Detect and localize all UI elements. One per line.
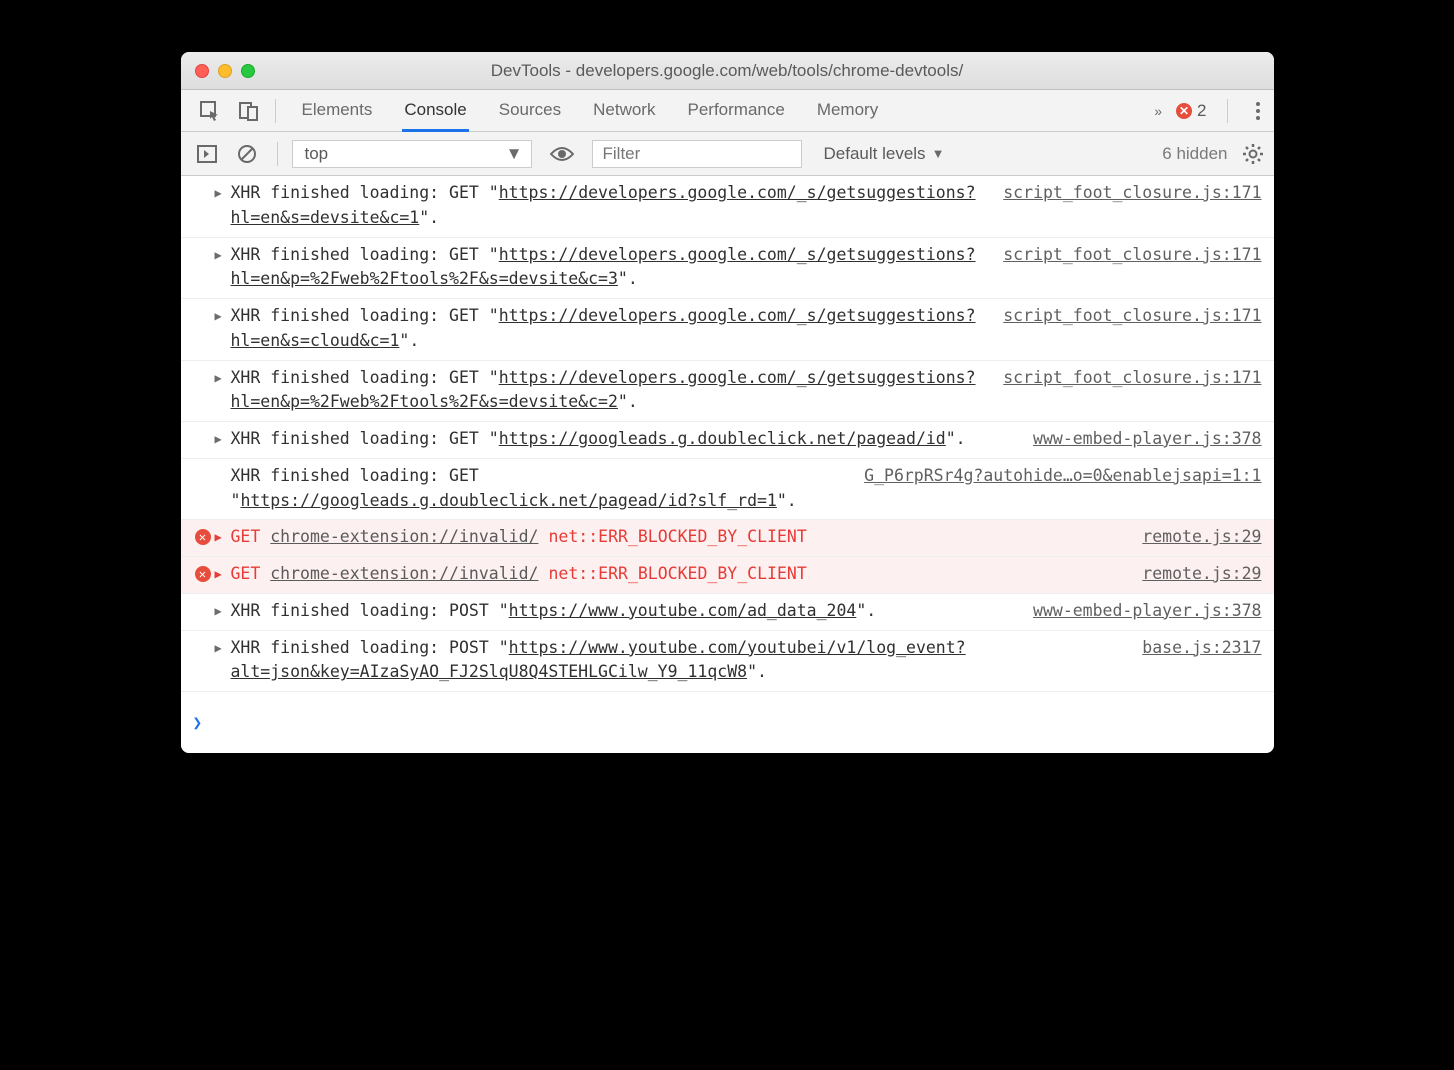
divider xyxy=(1227,99,1228,123)
message-source-link[interactable]: script_foot_closure.js:171 xyxy=(1003,366,1261,391)
disclosure-triangle-icon[interactable]: ▶ xyxy=(215,636,231,657)
message-text: XHR finished loading: POST "https://www.… xyxy=(231,599,1016,624)
message-text: XHR finished loading: GET "https://devel… xyxy=(231,366,986,416)
disclosure-triangle-icon[interactable]: ▶ xyxy=(215,427,231,448)
disclosure-triangle-icon[interactable]: ▶ xyxy=(215,599,231,620)
disclosure-triangle-icon[interactable]: ▶ xyxy=(215,304,231,325)
message-text: GET chrome-extension://invalid/net::ERR_… xyxy=(231,525,1125,550)
request-url: https://googleads.g.doubleclick.net/page… xyxy=(240,491,776,510)
console-log-row[interactable]: ▶XHR finished loading: GET "https://goog… xyxy=(181,422,1274,459)
error-url: chrome-extension://invalid/ xyxy=(270,527,538,546)
context-value: top xyxy=(305,144,329,164)
request-url: https://developers.google.com/_s/getsugg… xyxy=(231,245,976,289)
error-counter[interactable]: ✕ 2 xyxy=(1176,101,1206,121)
more-tabs-icon[interactable]: » xyxy=(1154,103,1162,119)
disclosure-triangle-icon[interactable] xyxy=(215,464,231,467)
console-messages: ▶XHR finished loading: GET "https://deve… xyxy=(181,176,1274,753)
disclosure-triangle-icon[interactable]: ▶ xyxy=(215,181,231,202)
settings-icon[interactable] xyxy=(1242,143,1264,165)
hidden-messages-count[interactable]: 6 hidden xyxy=(1162,144,1227,164)
message-source-link[interactable]: script_foot_closure.js:171 xyxy=(1003,243,1261,268)
request-url: https://www.youtube.com/youtubei/v1/log_… xyxy=(231,638,966,682)
disclosure-triangle-icon[interactable]: ▶ xyxy=(215,366,231,387)
dropdown-triangle-icon: ▼ xyxy=(932,146,945,161)
message-text: XHR finished loading: GET "https://devel… xyxy=(231,181,986,231)
message-text: GET chrome-extension://invalid/net::ERR_… xyxy=(231,562,1125,587)
message-text: XHR finished loading: GET "https://devel… xyxy=(231,243,986,293)
message-source-link[interactable]: G_P6rpRSr4g?autohide…o=0&enablejsapi=1:1 xyxy=(864,464,1261,489)
close-window-button[interactable] xyxy=(195,64,209,78)
disclosure-triangle-icon[interactable]: ▶ xyxy=(215,562,231,583)
console-log-row[interactable]: ▶XHR finished loading: GET "https://deve… xyxy=(181,238,1274,300)
message-source-link[interactable]: www-embed-player.js:378 xyxy=(1033,599,1261,624)
tabs: Elements Console Sources Network Performance… xyxy=(300,90,881,132)
tab-memory[interactable]: Memory xyxy=(815,90,880,132)
dropdown-triangle-icon: ▼ xyxy=(506,144,523,164)
inspect-element-icon[interactable] xyxy=(191,94,229,128)
window-title: DevTools - developers.google.com/web/too… xyxy=(181,61,1274,81)
error-icon: ✕ xyxy=(195,566,211,582)
tab-elements[interactable]: Elements xyxy=(300,90,375,132)
message-source-link[interactable]: script_foot_closure.js:171 xyxy=(1003,181,1261,206)
request-url: https://googleads.g.doubleclick.net/page… xyxy=(499,429,946,448)
more-options-icon[interactable] xyxy=(1252,98,1264,124)
divider xyxy=(275,99,276,123)
clear-console-icon[interactable] xyxy=(231,140,263,168)
toggle-sidebar-icon[interactable] xyxy=(191,141,223,167)
tab-sources[interactable]: Sources xyxy=(497,90,563,132)
disclosure-triangle-icon[interactable]: ▶ xyxy=(215,243,231,264)
error-url: chrome-extension://invalid/ xyxy=(270,564,538,583)
request-url: https://www.youtube.com/ad_data_204 xyxy=(509,601,857,620)
prompt-caret-icon: ❯ xyxy=(193,711,203,735)
zoom-window-button[interactable] xyxy=(241,64,255,78)
divider xyxy=(277,142,278,166)
minimize-window-button[interactable] xyxy=(218,64,232,78)
console-toolbar: top ▼ Default levels ▼ 6 hidden xyxy=(181,132,1274,176)
main-tabbar: Elements Console Sources Network Performance… xyxy=(181,90,1274,132)
console-prompt[interactable]: ❯ xyxy=(181,692,1274,753)
tab-performance[interactable]: Performance xyxy=(685,90,786,132)
titlebar: DevTools - developers.google.com/web/too… xyxy=(181,52,1274,90)
filter-input[interactable] xyxy=(592,140,802,168)
message-source-link[interactable]: www-embed-player.js:378 xyxy=(1033,427,1261,452)
console-error-row[interactable]: ✕▶GET chrome-extension://invalid/net::ER… xyxy=(181,520,1274,557)
disclosure-triangle-icon[interactable]: ▶ xyxy=(215,525,231,546)
request-url: https://developers.google.com/_s/getsugg… xyxy=(231,183,976,227)
context-selector[interactable]: top ▼ xyxy=(292,140,532,168)
devtools-window: DevTools - developers.google.com/web/too… xyxy=(181,52,1274,753)
console-log-row[interactable]: ▶XHR finished loading: GET "https://deve… xyxy=(181,299,1274,361)
error-icon: ✕ xyxy=(1176,103,1192,119)
device-toolbar-icon[interactable] xyxy=(231,94,267,128)
live-expression-icon[interactable] xyxy=(544,141,580,167)
tab-console[interactable]: Console xyxy=(402,90,468,132)
tab-network[interactable]: Network xyxy=(591,90,657,132)
error-icon: ✕ xyxy=(195,529,211,545)
error-count: 2 xyxy=(1197,101,1206,121)
console-log-row[interactable]: ▶XHR finished loading: POST "https://www… xyxy=(181,594,1274,631)
console-error-row[interactable]: ✕▶GET chrome-extension://invalid/net::ER… xyxy=(181,557,1274,594)
message-text: XHR finished loading: GET "https://googl… xyxy=(231,464,847,514)
request-url: https://developers.google.com/_s/getsugg… xyxy=(231,368,976,412)
console-log-row[interactable]: XHR finished loading: GET "https://googl… xyxy=(181,459,1274,521)
message-text: XHR finished loading: GET "https://devel… xyxy=(231,304,986,354)
message-text: XHR finished loading: GET "https://googl… xyxy=(231,427,1016,452)
message-text: XHR finished loading: POST "https://www.… xyxy=(231,636,1125,686)
message-source-link[interactable]: remote.js:29 xyxy=(1142,525,1261,550)
console-log-row[interactable]: ▶XHR finished loading: GET "https://deve… xyxy=(181,361,1274,423)
console-log-row[interactable]: ▶XHR finished loading: GET "https://deve… xyxy=(181,176,1274,238)
message-source-link[interactable]: remote.js:29 xyxy=(1142,562,1261,587)
log-levels-selector[interactable]: Default levels ▼ xyxy=(824,144,945,164)
console-log-row[interactable]: ▶XHR finished loading: POST "https://www… xyxy=(181,631,1274,693)
levels-label: Default levels xyxy=(824,144,926,164)
message-source-link[interactable]: base.js:2317 xyxy=(1142,636,1261,661)
window-controls xyxy=(195,64,255,78)
message-source-link[interactable]: script_foot_closure.js:171 xyxy=(1003,304,1261,329)
request-url: https://developers.google.com/_s/getsugg… xyxy=(231,306,976,350)
